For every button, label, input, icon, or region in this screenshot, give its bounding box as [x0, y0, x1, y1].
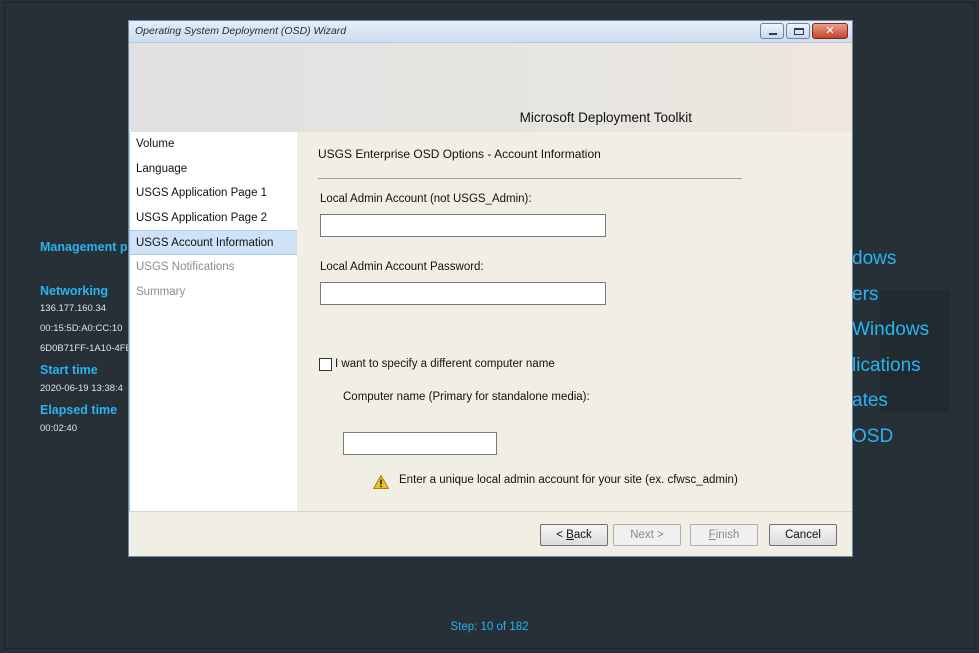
minimize-button[interactable] — [760, 23, 784, 39]
wizard-content: USGS Enterprise OSD Options - Account In… — [297, 132, 852, 511]
finish-rest: inish — [715, 529, 740, 541]
title-bar[interactable]: Operating System Deployment (OSD) Wizard… — [129, 21, 852, 43]
finish-mnemonic: F — [708, 529, 716, 541]
step-progress: Step: 10 of 182 — [0, 621, 979, 633]
admin-password-label: Local Admin Account Password: — [320, 261, 484, 273]
start-time-heading: Start time — [40, 363, 98, 377]
back-prefix: < — [556, 529, 567, 541]
admin-account-input[interactable] — [320, 214, 606, 237]
step-total: 182 — [509, 621, 529, 633]
window-controls: ✕ — [760, 23, 848, 39]
cancel-button[interactable]: Cancel — [769, 524, 837, 546]
different-name-checkbox[interactable] — [319, 358, 332, 371]
computer-name-input[interactable] — [343, 432, 497, 455]
ip-address: 136.177.160.34 — [40, 303, 107, 314]
admin-password-input[interactable] — [320, 282, 606, 305]
warning-icon — [373, 475, 389, 489]
close-button[interactable]: ✕ — [812, 23, 848, 39]
maximize-icon — [794, 28, 804, 35]
banner-title: Microsoft Deployment Toolkit — [519, 110, 692, 125]
wizard-banner: Microsoft Deployment Toolkit — [129, 43, 852, 132]
computer-name-label: Computer name (Primary for standalone me… — [343, 391, 590, 403]
osd-wizard-window: Operating System Deployment (OSD) Wizard… — [128, 20, 853, 557]
elapsed-time-value: 00:02:40 — [40, 423, 77, 434]
start-time-value: 2020-06-19 13:38:4 — [40, 383, 123, 394]
maximize-button[interactable] — [786, 23, 810, 39]
minimize-icon — [769, 33, 777, 35]
nav-item-application-page-1[interactable]: USGS Application Page 1 — [130, 181, 297, 206]
warning-message: Enter a unique local admin account for y… — [399, 474, 738, 486]
step-of-label: of — [496, 621, 507, 633]
window-title: Operating System Deployment (OSD) Wizard — [135, 25, 347, 37]
management-heading: Management p — [40, 240, 128, 254]
back-rest: ack — [573, 529, 592, 541]
background-status-panel: Management p Networking 136.177.160.34 0… — [40, 236, 140, 434]
admin-account-label: Local Admin Account (not USGS_Admin): — [320, 193, 532, 205]
mac-address: 00:15:5D:A0:CC:10 — [40, 323, 123, 334]
bg-step-item: ers — [852, 283, 879, 305]
close-icon: ✕ — [825, 24, 835, 37]
wizard-nav: Volume Language USGS Application Page 1 … — [130, 132, 297, 511]
back-mnemonic: B — [566, 529, 574, 541]
networking-heading: Networking — [40, 284, 109, 298]
bg-step-item: OSD — [852, 425, 894, 447]
step-label: Step: — [450, 621, 478, 633]
next-button[interactable]: Next > — [613, 524, 681, 546]
machine-guid: 6D0B71FF-1A10-4FE — [40, 343, 128, 354]
bg-step-item: lications — [852, 354, 921, 376]
heading-divider — [318, 178, 742, 179]
different-name-checkbox-label[interactable]: I want to specify a different computer n… — [335, 358, 555, 370]
page-title: USGS Enterprise OSD Options - Account In… — [318, 147, 601, 161]
step-current: 10 — [480, 621, 494, 633]
back-button[interactable]: < Back — [540, 524, 608, 546]
finish-button[interactable]: Finish — [690, 524, 758, 546]
background-step-list: dows ers Windows lications ates OSD — [852, 244, 979, 458]
nav-item-volume[interactable]: Volume — [130, 132, 297, 157]
nav-item-summary: Summary — [136, 285, 186, 298]
elapsed-time-heading: Elapsed time — [40, 403, 118, 417]
nav-item-language[interactable]: Language — [130, 157, 297, 182]
nav-item-account-information[interactable]: USGS Account Information — [130, 230, 297, 255]
wizard-footer: < Back Next > Finish Cancel — [129, 511, 852, 556]
bg-step-item: ates — [852, 390, 888, 412]
bg-step-item: dows — [852, 248, 897, 269]
nav-item-notifications: USGS Notifications — [136, 260, 235, 273]
nav-item-application-page-2[interactable]: USGS Application Page 2 — [130, 206, 297, 231]
bg-step-item: Windows — [852, 319, 930, 341]
